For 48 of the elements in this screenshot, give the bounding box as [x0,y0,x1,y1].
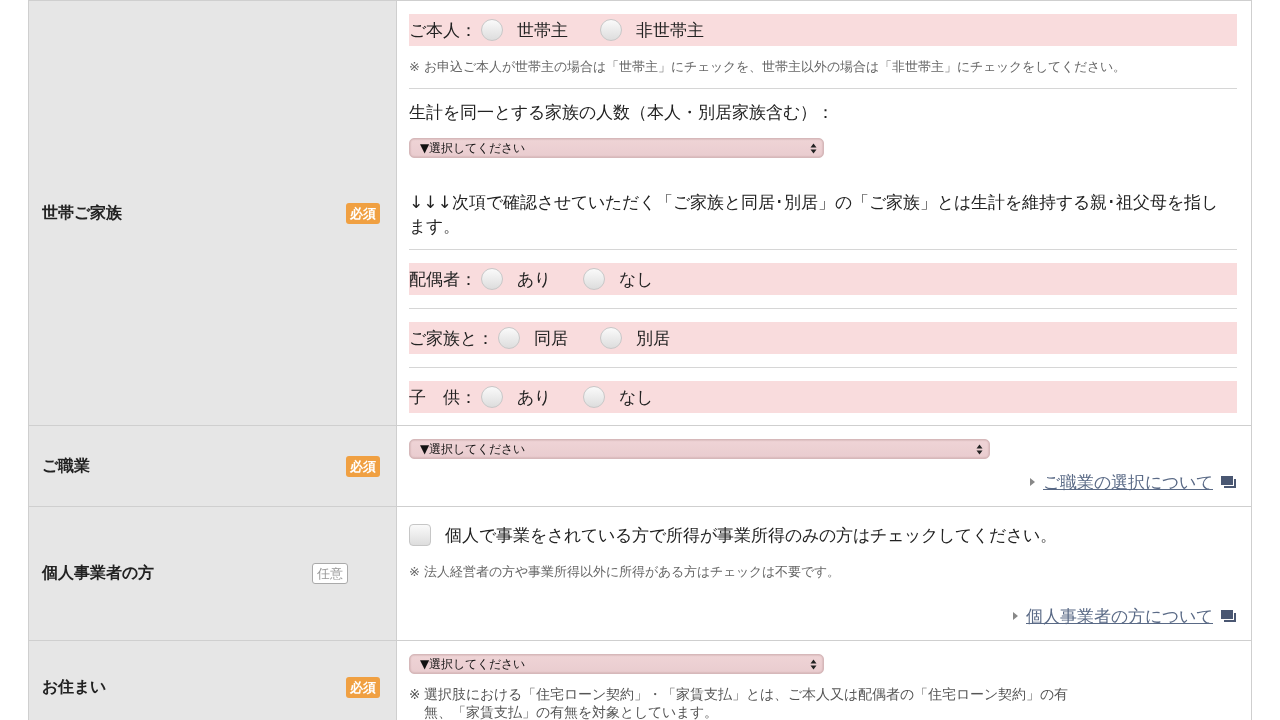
radio-label[interactable]: 別居 [636,326,670,350]
note-text: ※ お申込ご本人が世帯主の場合は「世帯主」にチェックを、世帯主以外の場合は「非世帯主」にチェックをしてください。 [409,59,1128,75]
radio-group-label: 子 供： [409,385,477,409]
radio-button[interactable] [600,19,622,41]
note-text: 選択肢における「住宅ローン契約」・「家賃支払」とは、ご本人又は配偶者の「住宅ローン契約」の有無、「家賃支払」の有無を対象としています。 [424,685,1070,720]
field-label: 個人事業者の方 [42,563,154,584]
new-window-icon [1221,609,1237,623]
required-badge: 必須 [346,455,380,477]
checkbox[interactable] [409,524,431,546]
radio-button[interactable] [600,327,622,349]
required-badge: 必須 [346,202,380,224]
radio-group-label: ご家族と： [409,326,494,350]
radio-button[interactable] [481,268,503,290]
select-dropdown[interactable]: ▼選択してください [409,439,990,459]
help-link[interactable]: ご職業の選択について [1043,470,1213,494]
radio-label[interactable]: 同居 [534,326,568,350]
radio-button[interactable] [481,386,503,408]
optional-badge: 任意 [312,563,348,584]
field-label: 世帯ご家族 [42,202,122,224]
checkbox-label[interactable]: 個人で事業をされている方で所得が事業所得のみの方はチェックしてください。 [445,523,1057,547]
triangle-bullet-icon [1030,478,1035,486]
updown-arrows-icon [810,142,817,154]
radio-label[interactable]: あり [517,385,551,409]
radio-label[interactable]: なし [619,267,653,291]
help-link[interactable]: 個人事業者の方について [1026,604,1213,628]
radio-label[interactable]: なし [619,385,653,409]
updown-arrows-icon [976,443,983,455]
radio-label[interactable]: 非世帯主 [636,18,704,42]
new-window-icon [1221,475,1237,489]
triangle-bullet-icon [1013,612,1018,620]
radio-button[interactable] [583,268,605,290]
question-label: 生計を同一とする家族の人数（本人・別居家族含む）： [409,102,835,122]
radio-label[interactable]: あり [517,267,551,291]
note-mark: ※ [409,685,421,704]
radio-button[interactable] [583,386,605,408]
note-text: ※ 法人経営者の方や事業所得以外に所得がある方はチェックは不要です。 [409,564,842,580]
select-dropdown[interactable]: ▼選択してください [409,138,824,158]
select-dropdown[interactable]: ▼選択してください [409,654,824,674]
radio-button[interactable] [498,327,520,349]
radio-group-label: ご本人： [409,18,477,42]
info-text: ↓↓↓次項で確認させていただく「ご家族と同居･別居」の「ご家族」とは生計を維持する親･祖父母を指します。 [409,191,1219,238]
updown-arrows-icon [810,658,817,670]
radio-button[interactable] [481,19,503,41]
field-label: お住まい [42,676,106,698]
required-badge: 必須 [346,676,380,698]
field-label: ご職業 [42,455,90,477]
radio-group-label: 配偶者： [409,267,477,291]
radio-label[interactable]: 世帯主 [517,18,568,42]
